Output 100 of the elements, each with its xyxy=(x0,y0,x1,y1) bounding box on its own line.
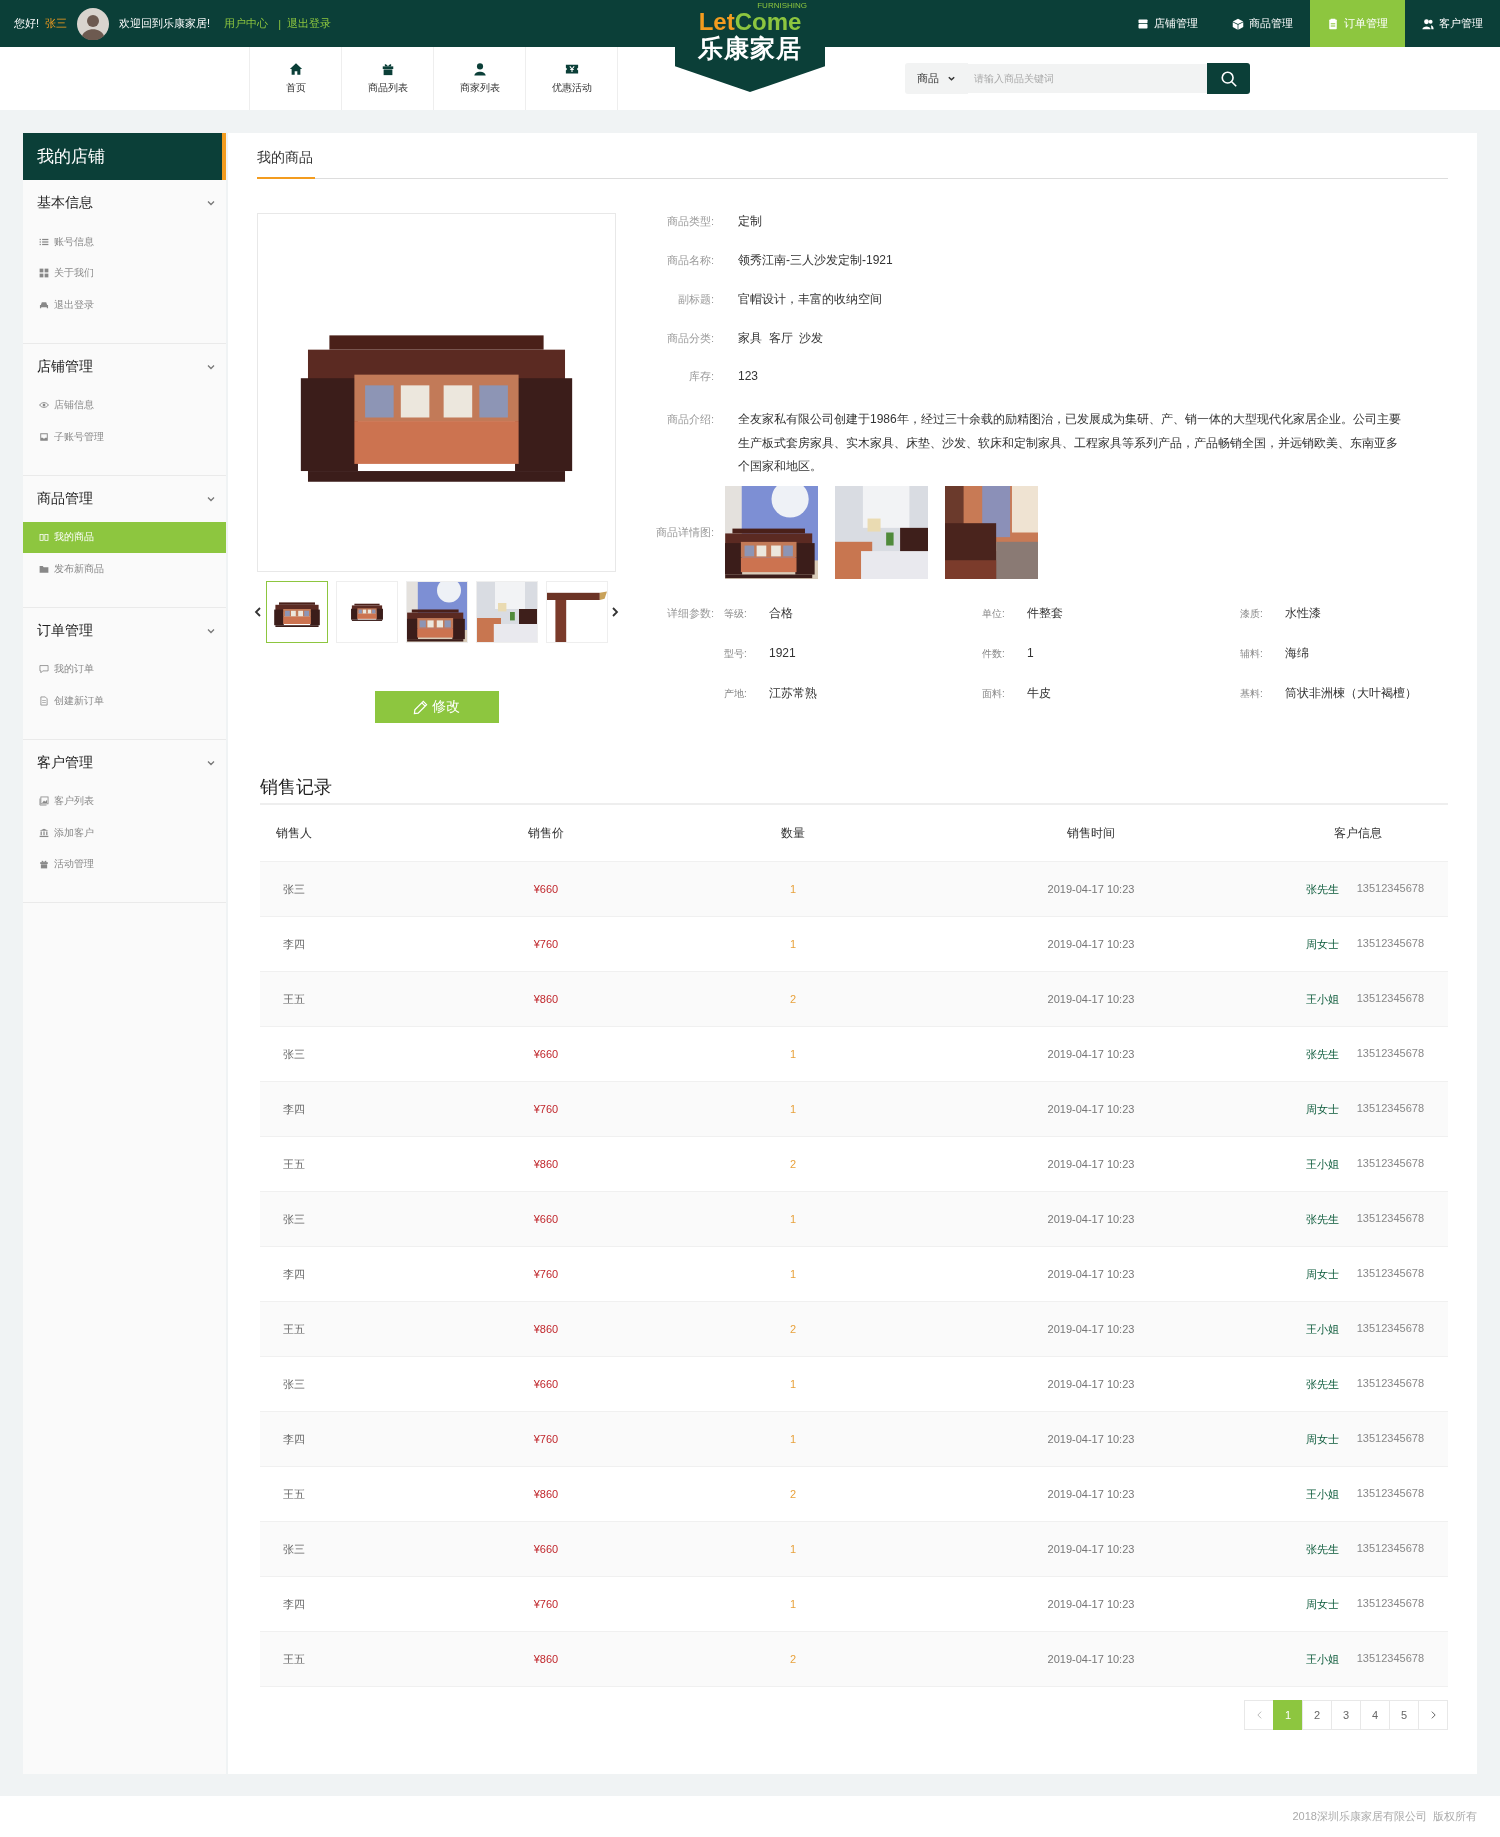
sidebar-group-header[interactable]: 商品管理 xyxy=(23,475,226,522)
document-icon xyxy=(39,695,49,706)
phone-number: 13512345678 xyxy=(1356,881,1424,896)
param-value: 1 xyxy=(1027,644,1034,661)
customer-name: 张先生 xyxy=(1305,1376,1339,1392)
table-cell-text: 李四 xyxy=(282,1266,306,1282)
sidebar-item[interactable]: 活动管理 xyxy=(23,848,226,880)
field-label: 库存: xyxy=(687,369,714,384)
category-dropdown[interactable]: 商品 xyxy=(905,63,968,94)
thumbnail[interactable] xyxy=(265,581,328,643)
table-cell-text: 李四 xyxy=(282,936,306,952)
table-cell-text: 2 xyxy=(788,1158,798,1170)
table-cell-text: 1 xyxy=(788,1268,798,1280)
table-cell-text: 2019-04-17 10:23 xyxy=(1046,1268,1136,1280)
sidebar-item[interactable]: 发布新商品 xyxy=(23,553,226,585)
page-button[interactable]: 5 xyxy=(1389,1700,1419,1730)
user-center-link[interactable]: 用户中心 xyxy=(224,16,269,31)
param-label: 等级: xyxy=(724,606,748,621)
customer-name: 张先生 xyxy=(1305,1211,1339,1227)
sidebar-group-header[interactable]: 订单管理 xyxy=(23,607,226,654)
top-menu-item[interactable]: 商品管理 xyxy=(1215,0,1310,47)
sidebar-item[interactable]: 账号信息 xyxy=(23,226,226,258)
sidebar-item[interactable]: 子账号管理 xyxy=(23,421,226,453)
table-cell-text: 1 xyxy=(788,1378,798,1390)
separator: | xyxy=(278,17,281,30)
param-label: 型号: xyxy=(724,646,748,661)
table-cell-text: 1 xyxy=(788,1048,798,1060)
phone-number: 13512345678 xyxy=(1356,936,1424,951)
caret-icon xyxy=(947,74,956,83)
phone-number: 13512345678 xyxy=(1356,1321,1424,1336)
drawer-icon xyxy=(1137,17,1149,30)
phone-number: 13512345678 xyxy=(1356,1156,1424,1171)
sidebar-item[interactable]: 我的订单 xyxy=(23,653,226,685)
sidebar-item[interactable]: 创建新订单 xyxy=(23,685,226,717)
phone-number: 13512345678 xyxy=(1356,1431,1424,1446)
phone-number: 13512345678 xyxy=(1356,991,1424,1006)
table-cell-text: 2 xyxy=(788,1323,798,1335)
param-value: 牛皮 xyxy=(1027,684,1051,701)
sidebar-item[interactable]: 退出登录 xyxy=(23,289,226,321)
table-cell-text: 张三 xyxy=(282,1211,306,1227)
user-group-icon xyxy=(1422,17,1434,30)
table-cell-text: 王五 xyxy=(282,1651,306,1667)
field-label: 详细参数: xyxy=(665,605,714,621)
sidebar-group-header[interactable]: 客户管理 xyxy=(23,739,226,786)
page-button[interactable]: 3 xyxy=(1331,1700,1361,1730)
inbox-icon xyxy=(39,431,49,442)
sidebar-item[interactable]: 店铺信息 xyxy=(23,389,226,421)
customer-name: 王小姐 xyxy=(1305,1321,1339,1337)
param-value: 件整套 xyxy=(1027,604,1063,621)
page-button[interactable]: 2 xyxy=(1302,1700,1332,1730)
customer-name: 张先生 xyxy=(1305,881,1339,897)
table-cell-text: 2019-04-17 10:23 xyxy=(1046,993,1136,1005)
param-value: 海绵 xyxy=(1285,644,1309,661)
page-button[interactable]: 4 xyxy=(1360,1700,1390,1730)
chat-icon xyxy=(39,664,49,675)
customer-name: 周女士 xyxy=(1305,1266,1339,1282)
column-header: 销售时间 xyxy=(1066,824,1116,842)
table-cell-text: 1 xyxy=(788,1103,798,1115)
section-title: 我的商品 xyxy=(257,149,315,179)
field-value: 全友家私有限公司创建于1986年，经过三十余载的励精图治，已发展成为集研、产、销一体的大型现代化家居企业。公司主要生产板式套房家具、实木家具、床垫、沙发、软床和定制家具、工程家具等系列产品，产品畅销全国，并远销欧美、东南亚多个国家和地区。 xyxy=(738,411,1402,475)
table-cell-text: 王五 xyxy=(282,1156,306,1172)
chevron-left-icon xyxy=(1255,1710,1263,1720)
ticket-icon xyxy=(564,62,579,76)
table-cell-text: 王五 xyxy=(282,1321,306,1337)
table-cell-text: 2019-04-17 10:23 xyxy=(1046,1598,1136,1610)
table-cell-text: 李四 xyxy=(282,1596,306,1612)
search-field[interactable]: 请输入商品关键词 xyxy=(968,64,1207,93)
table-cell-text: ¥660 xyxy=(532,883,560,895)
param-label: 基料: xyxy=(1240,686,1264,701)
sidebar-item[interactable]: 添加客户 xyxy=(23,817,226,849)
column-header: 销售价 xyxy=(527,824,565,842)
customer-name: 周女士 xyxy=(1305,936,1339,952)
table-cell-text: ¥860 xyxy=(532,1488,560,1500)
param-value: 筒状非洲楝（大叶褐檀） xyxy=(1285,684,1417,701)
greeting-text: 您好! xyxy=(14,16,40,31)
logout-link[interactable]: 退出登录 xyxy=(287,16,331,31)
table-cell-text: ¥660 xyxy=(532,1048,560,1060)
table-cell-text: ¥760 xyxy=(532,1103,560,1115)
top-menu-item[interactable]: 客户管理 xyxy=(1405,0,1500,47)
sidebar-item[interactable]: 客户列表 xyxy=(23,785,226,817)
phone-number: 13512345678 xyxy=(1356,1376,1424,1391)
chevron-right-icon xyxy=(1429,1710,1437,1720)
customer-name: 王小姐 xyxy=(1305,1651,1339,1667)
customer-name: 周女士 xyxy=(1305,1596,1339,1612)
sidebar-group-header[interactable]: 店铺管理 xyxy=(23,343,226,390)
phone-number: 13512345678 xyxy=(1356,1541,1424,1556)
table-cell-text: ¥860 xyxy=(532,1158,560,1170)
phone-number: 13512345678 xyxy=(1356,1486,1424,1501)
sidebar-item[interactable]: 关于我们 xyxy=(23,257,226,289)
sidebar-group-header[interactable]: 基本信息 xyxy=(23,180,226,226)
param-value: 合格 xyxy=(769,604,793,621)
table-cell-text: ¥660 xyxy=(532,1213,560,1225)
table-cell-text: ¥760 xyxy=(532,938,560,950)
top-menu-item[interactable]: 店铺管理 xyxy=(1120,0,1215,47)
eye-icon xyxy=(39,400,49,411)
table-cell-text: 2 xyxy=(788,1653,798,1665)
param-label: 件数: xyxy=(982,646,1006,661)
search-button[interactable] xyxy=(1207,63,1250,94)
column-header: 销售人 xyxy=(275,824,313,842)
customer-name: 张先生 xyxy=(1305,1046,1339,1062)
